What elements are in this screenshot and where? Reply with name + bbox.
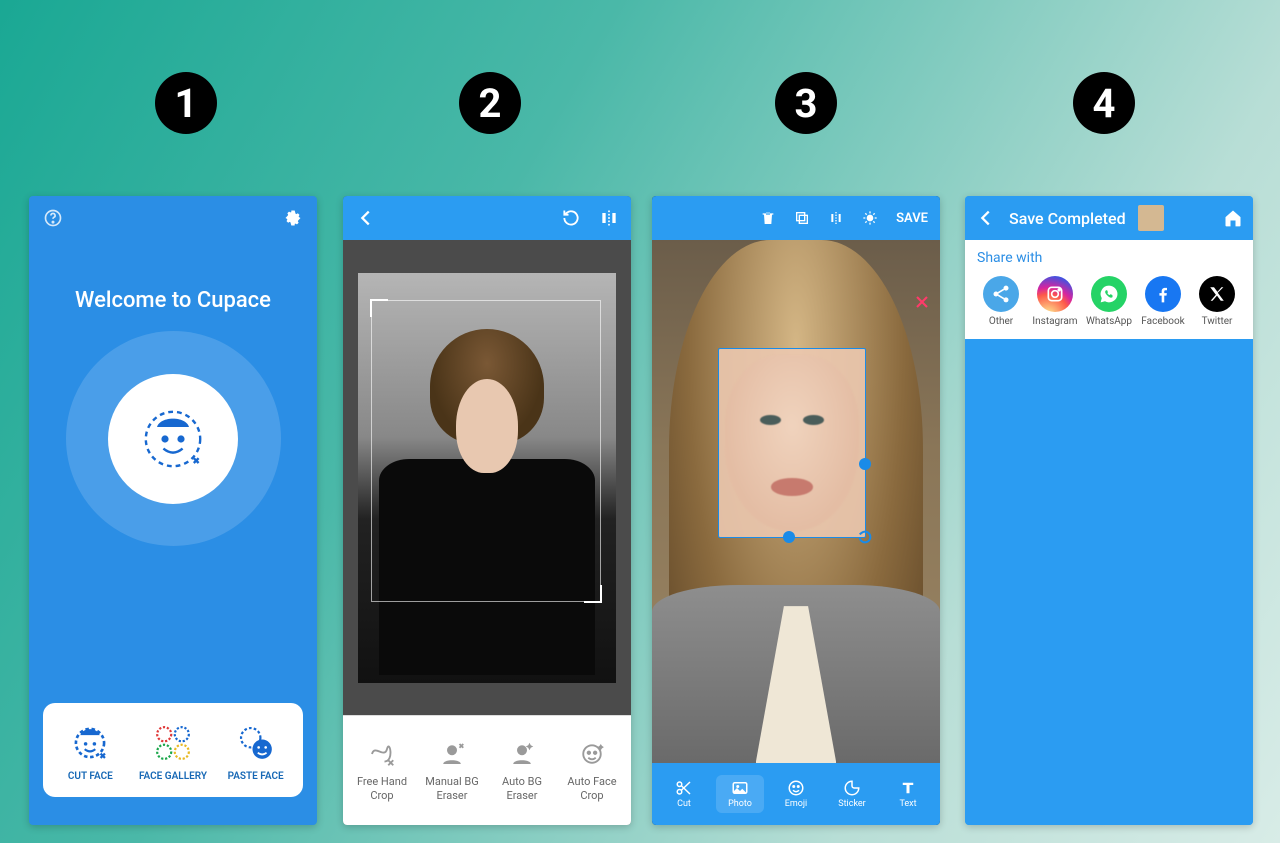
tab-sticker-label: Sticker bbox=[838, 799, 865, 809]
paste-face-label: PASTE FACE bbox=[228, 771, 284, 783]
tab-text-label: Text bbox=[899, 799, 916, 809]
hero-face-icon[interactable] bbox=[108, 374, 238, 504]
share-title: Share with bbox=[977, 250, 1245, 266]
twitter-x-icon bbox=[1199, 276, 1235, 312]
edit-topbar: SAVE bbox=[652, 196, 940, 240]
face-gallery-label: FACE GALLERY bbox=[139, 771, 207, 783]
tab-sticker[interactable]: Sticker bbox=[828, 779, 876, 809]
auto-bg-eraser-button[interactable]: Auto BG Eraser bbox=[490, 739, 554, 801]
auto-face-crop-icon bbox=[577, 739, 607, 769]
share-facebook-label: Facebook bbox=[1141, 316, 1184, 327]
cut-face-label: CUT FACE bbox=[68, 771, 113, 783]
free-hand-crop-button[interactable]: Free Hand Crop bbox=[350, 739, 414, 801]
freehand-icon bbox=[367, 739, 397, 769]
paste-face-icon bbox=[234, 721, 278, 765]
tab-cut-label: Cut bbox=[677, 799, 691, 809]
tab-text[interactable]: Text bbox=[884, 779, 932, 809]
hero-circle bbox=[66, 331, 281, 546]
edit-tab-bar: Cut Photo Emoji Sticker Text bbox=[652, 763, 940, 825]
share-icon bbox=[983, 276, 1019, 312]
share-panel: Share with Other Instagram WhatsApp Face… bbox=[965, 240, 1253, 339]
share-instagram-label: Instagram bbox=[1032, 316, 1077, 327]
crop-topbar bbox=[343, 196, 631, 240]
screen-welcome: Welcome to Cupace CUT F bbox=[29, 196, 317, 825]
duplicate-icon[interactable] bbox=[794, 210, 810, 226]
flip-icon[interactable] bbox=[599, 208, 619, 228]
auto-bg-eraser-label: Auto BG Eraser bbox=[490, 775, 554, 801]
crop-toolbar: Free Hand Crop Manual BG Eraser Auto BG … bbox=[343, 715, 631, 825]
back-icon[interactable] bbox=[355, 207, 377, 229]
rotate-handle-icon[interactable] bbox=[857, 529, 873, 545]
tab-emoji-label: Emoji bbox=[785, 799, 807, 809]
cut-face-button[interactable]: CUT FACE bbox=[50, 721, 130, 783]
auto-eraser-icon bbox=[507, 739, 537, 769]
screen-crop: Free Hand Crop Manual BG Eraser Auto BG … bbox=[343, 196, 631, 825]
save-title: Save Completed bbox=[1009, 209, 1126, 228]
save-topbar: Save Completed bbox=[965, 196, 1253, 240]
step-badge-2: 2 bbox=[459, 72, 521, 134]
emoji-icon bbox=[787, 779, 805, 797]
face-gallery-button[interactable]: FACE GALLERY bbox=[133, 721, 213, 783]
face-gallery-icon bbox=[151, 721, 195, 765]
photo-icon bbox=[731, 779, 749, 797]
text-icon bbox=[899, 779, 917, 797]
back-icon[interactable] bbox=[975, 207, 997, 229]
paste-face-button[interactable]: PASTE FACE bbox=[216, 721, 296, 783]
welcome-title: Welcome to Cupace bbox=[29, 288, 317, 313]
resize-handle-right[interactable] bbox=[859, 458, 871, 470]
free-hand-crop-label: Free Hand Crop bbox=[350, 775, 414, 801]
save-button[interactable]: SAVE bbox=[896, 211, 928, 226]
whatsapp-icon bbox=[1091, 276, 1127, 312]
screen-edit: SAVE Cut Photo bbox=[652, 196, 940, 825]
instagram-icon bbox=[1037, 276, 1073, 312]
share-twitter-label: Twitter bbox=[1202, 316, 1233, 327]
step-badge-1: 1 bbox=[155, 72, 217, 134]
rotate-icon[interactable] bbox=[561, 208, 581, 228]
saved-thumbnail[interactable] bbox=[1138, 205, 1164, 231]
manual-bg-eraser-button[interactable]: Manual BG Eraser bbox=[420, 739, 484, 801]
delete-icon[interactable] bbox=[760, 210, 776, 226]
auto-face-crop-label: Auto Face Crop bbox=[560, 775, 624, 801]
step-badge-3: 3 bbox=[775, 72, 837, 134]
share-twitter-button[interactable]: Twitter bbox=[1191, 276, 1243, 327]
crop-canvas[interactable] bbox=[343, 240, 631, 715]
step-badge-4: 4 bbox=[1073, 72, 1135, 134]
crop-frame[interactable] bbox=[371, 300, 601, 602]
settings-icon[interactable] bbox=[283, 208, 303, 228]
tab-cut[interactable]: Cut bbox=[660, 779, 708, 809]
auto-face-crop-button[interactable]: Auto Face Crop bbox=[560, 739, 624, 801]
tab-photo[interactable]: Photo bbox=[716, 775, 764, 813]
edit-canvas[interactable] bbox=[652, 240, 940, 763]
cut-face-icon bbox=[68, 721, 112, 765]
share-instagram-button[interactable]: Instagram bbox=[1029, 276, 1081, 327]
screen-save-completed: Save Completed Share with Other Instagra… bbox=[965, 196, 1253, 825]
share-other-button[interactable]: Other bbox=[975, 276, 1027, 327]
share-whatsapp-label: WhatsApp bbox=[1086, 316, 1132, 327]
watermark-icon bbox=[912, 292, 932, 316]
manual-bg-eraser-label: Manual BG Eraser bbox=[420, 775, 484, 801]
brightness-icon[interactable] bbox=[862, 210, 878, 226]
tab-emoji[interactable]: Emoji bbox=[772, 779, 820, 809]
save-body bbox=[965, 339, 1253, 825]
flip-icon[interactable] bbox=[828, 210, 844, 226]
share-whatsapp-button[interactable]: WhatsApp bbox=[1083, 276, 1135, 327]
scissors-icon bbox=[675, 779, 693, 797]
tab-photo-label: Photo bbox=[728, 799, 752, 809]
facebook-icon bbox=[1145, 276, 1181, 312]
home-icon[interactable] bbox=[1223, 208, 1243, 228]
pasted-face-layer[interactable] bbox=[718, 348, 866, 538]
share-other-label: Other bbox=[989, 316, 1013, 327]
help-icon[interactable] bbox=[43, 208, 63, 228]
manual-eraser-icon bbox=[437, 739, 467, 769]
sticker-icon bbox=[843, 779, 861, 797]
share-facebook-button[interactable]: Facebook bbox=[1137, 276, 1189, 327]
home-action-card: CUT FACE FACE GALLERY PASTE FACE bbox=[43, 703, 303, 797]
